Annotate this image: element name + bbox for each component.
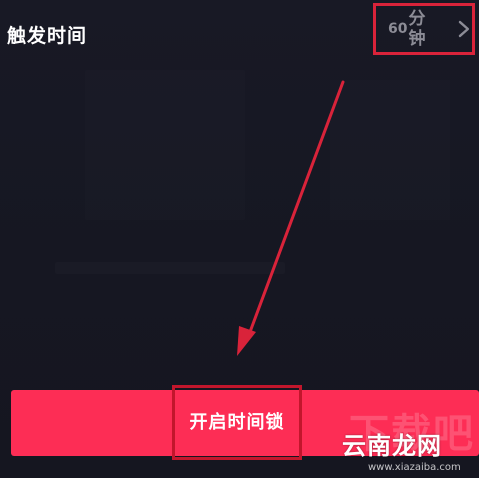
enable-time-lock-label: 开启时间锁 xyxy=(189,411,285,433)
enable-time-lock-highlight[interactable]: 开启时间锁 xyxy=(172,385,302,460)
background-content xyxy=(55,262,285,274)
time-lock-screen: 触发时间 60 分钟 开启时间锁 下载吧 云南龙网 www.xiazaiba.c… xyxy=(0,0,479,478)
trigger-time-row[interactable]: 触发时间 60 分钟 xyxy=(0,0,479,72)
background-content xyxy=(85,70,245,220)
chevron-right-icon xyxy=(458,20,470,38)
watermark-sub-text: www.xiazaiba.com xyxy=(368,462,461,473)
background-content xyxy=(330,80,450,220)
trigger-time-number: 60 xyxy=(388,21,408,37)
trigger-time-value-button[interactable]: 60 分钟 xyxy=(373,3,475,55)
trigger-time-unit: 分钟 xyxy=(408,9,426,49)
trigger-time-label: 触发时间 xyxy=(7,25,88,47)
